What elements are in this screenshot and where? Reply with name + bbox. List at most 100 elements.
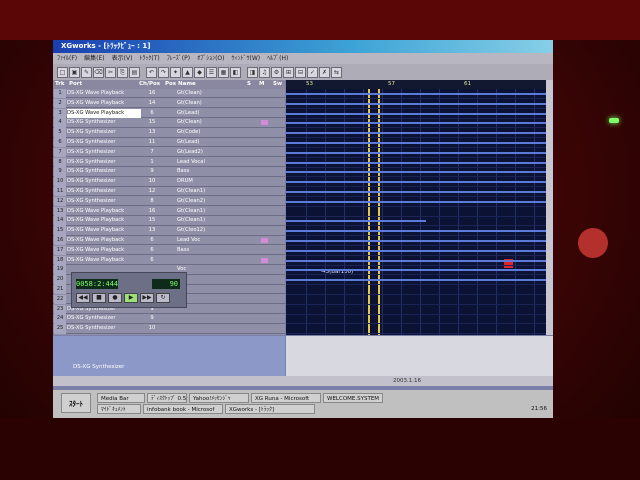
toolbar-icon[interactable]: ↷ xyxy=(158,66,169,78)
phrase-lane[interactable] xyxy=(286,102,546,105)
phrase-lane[interactable] xyxy=(286,240,546,242)
stop-button[interactable]: ■ xyxy=(92,293,106,303)
toolbar-icon[interactable]: ✂ xyxy=(105,66,116,78)
start-button[interactable]: ｽﾀｰﾄ xyxy=(61,393,91,413)
menu-item[interactable]: ﾌﾚｰｽﾞ(P) xyxy=(167,55,190,62)
play-button[interactable]: ▶ xyxy=(124,293,138,303)
track-row[interactable]: 10 DS-XG Synthesizer 10 DRUM xyxy=(53,177,285,187)
phrase-lane[interactable] xyxy=(286,200,546,203)
track-row[interactable]: 18 DS-XG Wave Playback 6 xyxy=(53,255,285,265)
phrase-lane[interactable] xyxy=(286,230,546,233)
menu-item[interactable]: 編集(E) xyxy=(84,55,104,62)
taskbar-task[interactable]: Media Bar xyxy=(97,393,145,403)
record-button[interactable]: ● xyxy=(108,293,122,303)
menu-item[interactable]: ﾄﾗｯｸ(T) xyxy=(139,55,159,62)
grid-beat-line xyxy=(477,89,478,335)
toolbar-icon[interactable]: ◧ xyxy=(230,66,241,78)
toolbar-icon[interactable]: ☰ xyxy=(206,66,217,78)
track-row[interactable]: 8 DS-XG Synthesizer 1 Lead Vocal xyxy=(53,157,285,167)
track-row[interactable]: 24 DS-XG Synthesizer 9 xyxy=(53,314,285,324)
toolbar-icon[interactable]: ⎘ xyxy=(117,66,128,78)
toolbar-icon[interactable]: ▤ xyxy=(129,66,140,78)
toolbar-icon[interactable]: ✗ xyxy=(319,66,330,78)
track-number: 20 xyxy=(54,275,66,285)
toolbar-icon[interactable]: ◆ xyxy=(194,66,205,78)
taskbar-task[interactable]: XGworks - [ﾄﾗｯｸ] xyxy=(225,404,315,414)
track-row[interactable]: 17 DS-XG Wave Playback 6 Bass xyxy=(53,245,285,256)
toolbar-icon[interactable]: ▦ xyxy=(218,66,229,78)
track-switch[interactable] xyxy=(261,257,268,263)
toolbar-icon[interactable]: ✓ xyxy=(307,66,318,78)
taskbar-task[interactable]: XG Runa - Microsoft xyxy=(251,393,321,403)
track-number: 3 xyxy=(54,108,66,118)
track-row[interactable]: 16 DS-XG Wave Playback 6 Lead Voc xyxy=(53,236,285,246)
phrase-lane[interactable] xyxy=(286,151,546,154)
grid-row-line xyxy=(286,245,546,246)
taskbar-task[interactable]: Yahoo!ﾒｯｾﾝｼﾞｬ xyxy=(189,393,249,403)
toolbar-icon[interactable]: ⇆ xyxy=(331,66,342,78)
rewind-button[interactable]: ◀◀ xyxy=(76,293,90,303)
toolbar-icon[interactable]: ↶ xyxy=(146,66,157,78)
toolbar-icon[interactable]: ✦ xyxy=(170,66,181,78)
track-row[interactable]: 7 DS-XG Synthesizer 7 Gt(Lead2) xyxy=(53,147,285,158)
track-row[interactable]: 11 DS-XG Synthesizer 12 Gt(Clean1) xyxy=(53,187,285,197)
toolbar-icon[interactable]: ⊟ xyxy=(295,66,306,78)
taskbar-task[interactable]: ﾏｲﾄﾞｷｭﾒﾝﾄ xyxy=(97,404,141,414)
grid-beat-line xyxy=(306,89,307,335)
phrase-lane[interactable] xyxy=(286,191,546,193)
track-switch[interactable] xyxy=(261,238,268,243)
track-row[interactable]: 14 DS-XG Wave Playback 15 Gt(Clean1) xyxy=(53,216,285,226)
track-row[interactable]: 2 DS-XG Wave Playback 14 Gt(Clean) xyxy=(53,98,285,109)
phrase-lane[interactable] xyxy=(286,171,546,174)
toolbar-icon[interactable]: ♫ xyxy=(259,66,270,78)
track-row[interactable]: 3 DS-XG Wave Playback 6 Gt(Lead) xyxy=(53,108,285,118)
track-row[interactable]: 4 DS-XG Synthesizer 15 Gt(Clean) xyxy=(53,118,285,128)
toolbar-icon[interactable]: □ xyxy=(57,66,68,78)
taskbar-task[interactable]: infobank book - Microsof xyxy=(143,404,223,414)
track-row[interactable]: 1 DS-XG Wave Playback 16 Gt(Clean) xyxy=(53,89,285,99)
toolbar-icon[interactable]: ⊞ xyxy=(283,66,294,78)
track-switch[interactable] xyxy=(261,120,268,126)
phrase-lane[interactable] xyxy=(286,259,546,262)
phrase-lane[interactable] xyxy=(286,249,546,252)
toolbar-icon[interactable]: ⌫ xyxy=(93,66,104,78)
taskbar-task[interactable]: ﾃﾞｨｽｸﾄｯﾌﾟ 0.5 xyxy=(147,393,187,403)
toolbar-icon[interactable]: ⚙ xyxy=(271,66,282,78)
phrase-lane[interactable] xyxy=(286,122,546,125)
track-row[interactable]: 6 DS-XG Synthesizer 11 Gt(Lead) xyxy=(53,138,285,148)
phrase-lane[interactable] xyxy=(286,112,546,115)
track-row[interactable]: 25 DS-XG Synthesizer 10 xyxy=(53,324,285,334)
locator-line[interactable] xyxy=(368,89,370,335)
screen: XGworks - [ﾄﾗｯｸﾋﾞｭｰ : 1] ﾌｧｲﾙ(F) 編集(E) 表示(… xyxy=(53,40,553,418)
track-row[interactable]: 13 DS-XG Wave Playback 16 Gt(Clean1) xyxy=(53,206,285,216)
menu-item[interactable]: ﾍﾙﾌﾟ(H) xyxy=(267,55,288,62)
phrase-lane[interactable] xyxy=(286,142,546,144)
ruler[interactable]: 53 57 61 xyxy=(286,80,546,89)
toolbar-icon[interactable]: ▣ xyxy=(69,66,80,78)
phrase-lane[interactable] xyxy=(286,279,546,282)
track-row[interactable]: 9 DS-XG Synthesizer 9 Bass xyxy=(53,167,285,177)
phrase-lane[interactable] xyxy=(286,220,426,223)
forward-button[interactable]: ▶▶ xyxy=(140,293,154,303)
track-row[interactable]: 5 DS-XG Synthesizer 13 Gt(Code) xyxy=(53,128,285,138)
track-number: 7 xyxy=(54,147,66,158)
toolbar-icon[interactable]: ◨ xyxy=(247,66,258,78)
playhead-line[interactable] xyxy=(378,89,380,335)
phrase-lane[interactable] xyxy=(286,181,546,184)
menu-item[interactable]: ｳｨﾝﾄﾞｳ(W) xyxy=(232,55,261,62)
menu-item[interactable]: 表示(V) xyxy=(112,55,133,62)
menu-item[interactable]: ｵﾌﾟｼｮﾝ(O) xyxy=(197,55,224,62)
toolbar-icon[interactable]: ✎ xyxy=(81,66,92,78)
taskbar-task[interactable]: WELCOME.SYSTEM xyxy=(323,393,383,403)
vertical-scrollbar[interactable] xyxy=(546,80,553,335)
track-row[interactable]: 15 DS-XG Wave Playback 13 Gt(Cleo12) xyxy=(53,226,285,236)
track-grid[interactable]: →3(Bar100) xyxy=(286,89,546,335)
phrase-lane[interactable] xyxy=(286,161,546,164)
menu-item[interactable]: ﾌｧｲﾙ(F) xyxy=(57,55,77,62)
loop-button[interactable]: ↻ xyxy=(156,293,170,303)
phrase-lane[interactable] xyxy=(286,93,546,95)
phrase-lane[interactable] xyxy=(286,269,546,272)
phrase-lane[interactable] xyxy=(286,132,546,135)
toolbar-icon[interactable]: ▲ xyxy=(182,66,193,78)
track-row[interactable]: 12 DS-XG Synthesizer 8 Gt(Clean2) xyxy=(53,196,285,207)
